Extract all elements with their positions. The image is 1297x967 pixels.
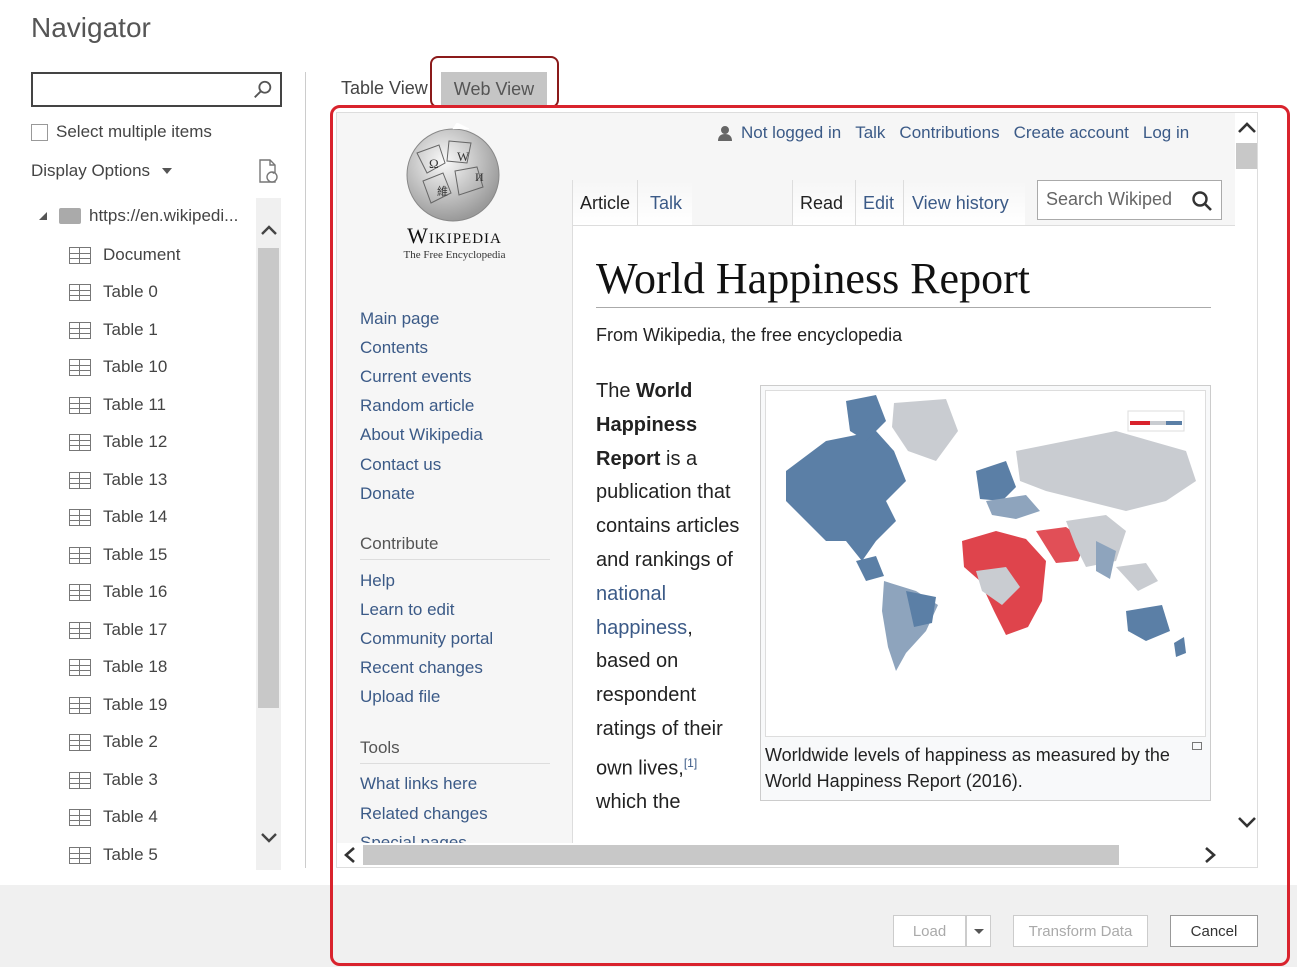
folder-icon: [59, 208, 81, 224]
table-icon: [69, 321, 91, 339]
tree-item-label: Table 3: [103, 770, 158, 789]
tree-item[interactable]: Table 5: [69, 845, 158, 865]
search-input[interactable]: [31, 72, 282, 107]
tree-item-label: Table 2: [103, 732, 158, 751]
search-icon[interactable]: [252, 79, 274, 101]
table-icon: [69, 283, 91, 301]
tree-item-label: Table 14: [103, 507, 168, 526]
table-icon: [69, 546, 91, 564]
tree-item[interactable]: Document: [69, 245, 180, 265]
tree-item-label: Table 17: [103, 620, 168, 639]
tree-item[interactable]: Table 4: [69, 807, 158, 827]
tree-item[interactable]: Table 2: [69, 732, 158, 752]
tree-item[interactable]: Table 10: [69, 357, 167, 377]
tree-item[interactable]: Table 14: [69, 507, 167, 527]
page-title: Navigator: [31, 12, 151, 43]
tree-root-label: https://en.wikipedi...: [89, 206, 239, 225]
table-icon: [69, 433, 91, 451]
tree-item-label: Table 13: [103, 470, 168, 489]
tree-item[interactable]: Table 15: [69, 545, 167, 565]
expand-icon[interactable]: [39, 212, 47, 220]
refresh-icon[interactable]: [256, 158, 280, 184]
tree-item[interactable]: Table 17: [69, 620, 167, 640]
table-icon: [69, 471, 91, 489]
table-icon: [69, 246, 91, 264]
tree-item-label: Table 0: [103, 282, 158, 301]
navigator-tree: https://en.wikipedi... Document Table 0 …: [31, 198, 281, 870]
tree-item-label: Table 18: [103, 657, 168, 676]
web-view-highlight: [330, 105, 1290, 966]
select-multiple-items[interactable]: Select multiple items: [31, 122, 212, 142]
pane-divider: [305, 72, 306, 868]
tree-item[interactable]: Table 11: [69, 395, 166, 415]
table-icon: [69, 771, 91, 789]
display-options-label: Display Options: [31, 161, 151, 180]
tree-item-label: Table 12: [103, 432, 168, 451]
table-icon: [69, 696, 91, 714]
tree-item[interactable]: Table 0: [69, 282, 158, 302]
scroll-thumb[interactable]: [258, 248, 279, 708]
tree-scrollbar[interactable]: [256, 198, 281, 870]
tree-item-label: Table 16: [103, 582, 168, 601]
tree-item[interactable]: Table 3: [69, 770, 158, 790]
table-icon: [69, 358, 91, 376]
tree-item[interactable]: Table 13: [69, 470, 167, 490]
table-icon: [69, 733, 91, 751]
tree-item-label: Table 5: [103, 845, 158, 864]
table-icon: [69, 583, 91, 601]
tree-item[interactable]: Table 1: [69, 320, 158, 340]
tree-item-label: Table 4: [103, 807, 158, 826]
tree-root-node[interactable]: https://en.wikipedi...: [39, 206, 238, 226]
select-multiple-checkbox[interactable]: [31, 123, 48, 141]
tree-item-label: Table 11: [103, 395, 167, 414]
chevron-down-icon[interactable]: [260, 828, 278, 846]
tab-table-view[interactable]: Table View: [341, 78, 428, 99]
caret-down-icon: [162, 168, 173, 174]
tree-item[interactable]: Table 16: [69, 582, 167, 602]
chevron-up-icon[interactable]: [260, 222, 278, 240]
tree-item-label: Table 19: [103, 695, 168, 714]
tree-item-label: Document: [103, 245, 181, 264]
select-multiple-label: Select multiple items: [56, 122, 212, 141]
table-icon: [69, 808, 91, 826]
table-icon: [69, 846, 91, 864]
tree-item[interactable]: Table 18: [69, 657, 167, 677]
tree-item[interactable]: Table 12: [69, 432, 167, 452]
tree-item-label: Table 10: [103, 357, 168, 376]
web-view-tab-highlight: [430, 56, 559, 108]
table-icon: [69, 396, 91, 414]
table-icon: [69, 508, 91, 526]
table-icon: [69, 621, 91, 639]
tree-item-label: Table 15: [103, 545, 168, 564]
tree-item-label: Table 1: [103, 320, 158, 339]
display-options-dropdown[interactable]: Display Options: [31, 161, 173, 181]
tree-item[interactable]: Table 19: [69, 695, 167, 715]
table-icon: [69, 658, 91, 676]
